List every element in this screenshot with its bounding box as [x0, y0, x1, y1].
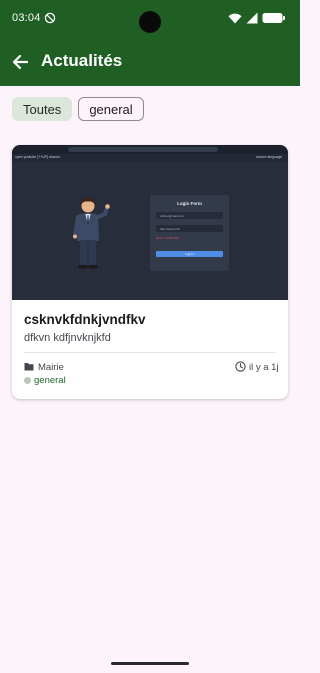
back-button[interactable] [6, 48, 34, 76]
login-password-text: http://secret.tld [160, 226, 180, 231]
arrow-left-icon [12, 54, 28, 70]
card-divider [24, 352, 276, 353]
phone-screen: 03:04 Actualités Toutes general open you… [0, 0, 300, 673]
status-bar: 03:04 [0, 0, 300, 38]
news-title: csknvkfdnkjvndfkv [24, 312, 146, 327]
login-password-field: http://secret.tld [156, 225, 223, 232]
category-dot [24, 377, 31, 384]
clock-icon [235, 361, 246, 372]
header: 03:04 Actualités [0, 0, 300, 86]
login-form-image: Login Form ndlovu@mail.com http://secret… [150, 195, 229, 271]
login-email-field: ndlovu@mail.com [156, 212, 223, 219]
signal-icon [246, 12, 258, 24]
browser-url-bar [68, 147, 218, 152]
browser-menu-right: secure language [256, 155, 282, 159]
login-email-text: ndlovu@mail.com [160, 213, 184, 218]
status-time: 03:04 [12, 12, 41, 24]
news-category: general [34, 375, 66, 386]
news-description: dfkvn kdfjnvknjkfd [24, 332, 111, 344]
news-time-ago: il y a 1j [249, 362, 279, 373]
wifi-icon [228, 13, 242, 24]
browser-menu-text: open youtube [?+UP] reason [15, 155, 60, 159]
person-illustration [73, 197, 110, 269]
folder-icon [24, 363, 34, 371]
news-card-image: open youtube [?+UP] reason secure langua… [12, 145, 288, 300]
battery-icon [262, 13, 285, 23]
login-button-text: Log In [185, 252, 194, 257]
news-author: Mairie [38, 362, 64, 373]
home-indicator[interactable] [111, 662, 189, 665]
page-title: Actualités [41, 51, 123, 70]
do-not-disturb-icon [44, 12, 56, 24]
login-links [156, 262, 223, 265]
app-bar: Actualités [0, 38, 300, 86]
news-card[interactable]: open youtube [?+UP] reason secure langua… [12, 145, 288, 399]
filter-chips: Toutes general [12, 97, 144, 121]
camera-cutout [139, 11, 161, 33]
login-button-image: Log In [156, 251, 223, 257]
login-form-title: Login Form [177, 201, 202, 206]
filter-chip-general[interactable]: general [78, 97, 144, 121]
filter-chip-toutes[interactable]: Toutes [12, 97, 73, 121]
browser-topbar [12, 145, 288, 154]
login-error-text: Error: invalid PIN [156, 236, 179, 240]
